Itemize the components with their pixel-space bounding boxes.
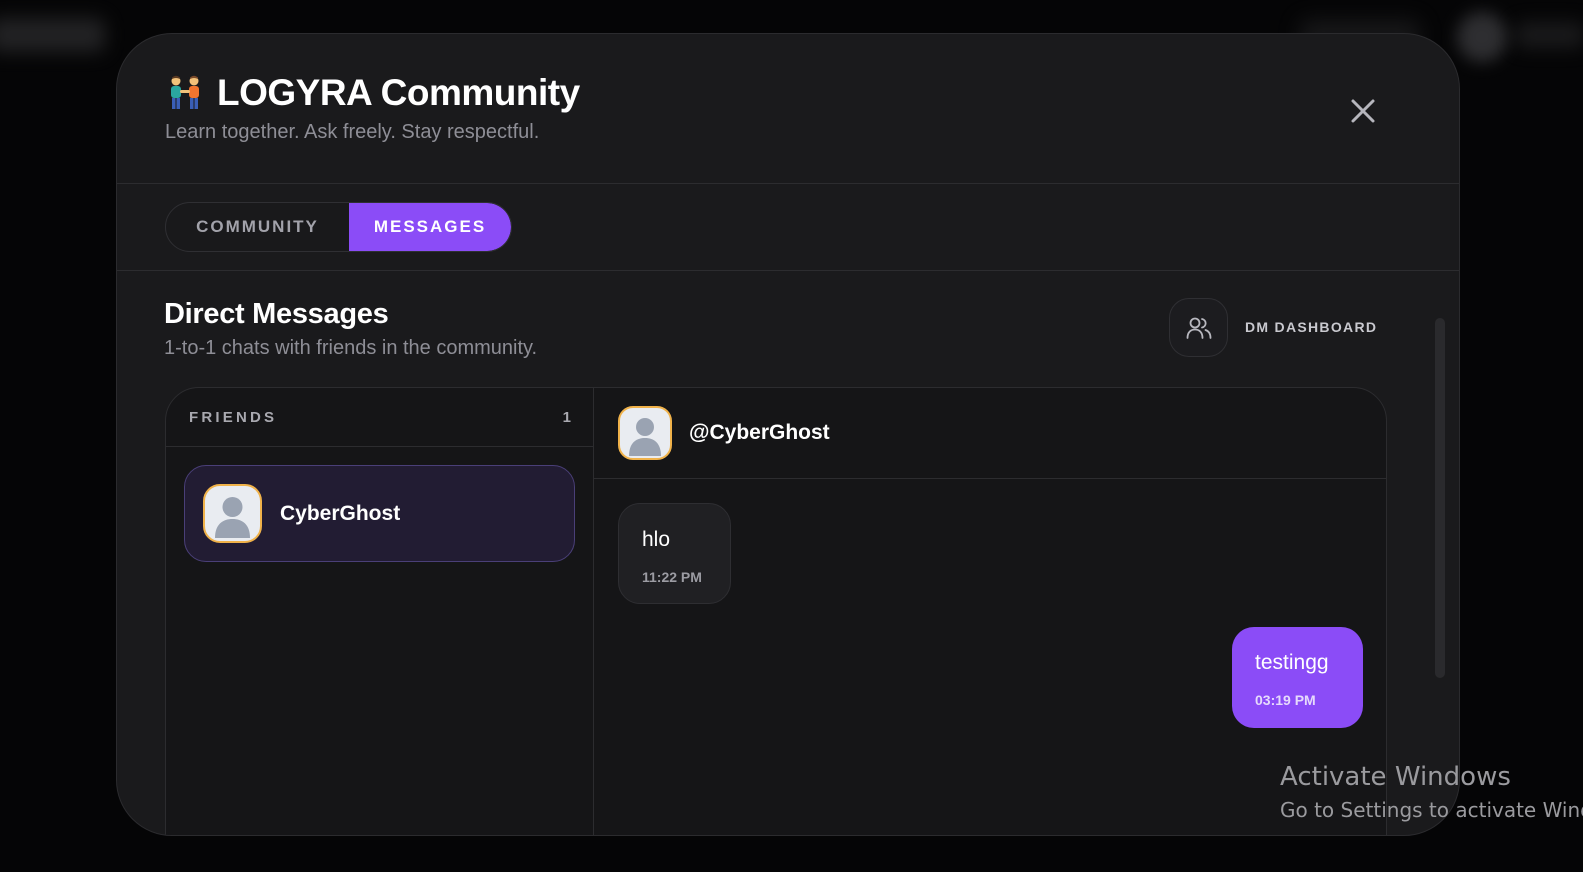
message-bubble-incoming: hlo 11:22 PM: [618, 503, 731, 604]
message-time: 03:19 PM: [1255, 692, 1316, 708]
section-subtitle: 1-to-1 chats with friends in the communi…: [164, 337, 538, 359]
modal-header: LOGYRA Community Learn together. Ask fre…: [117, 34, 1459, 184]
modal-title: LOGYRA Community: [217, 72, 580, 113]
watermark-subtitle: Go to Settings to activate Windows.: [1280, 798, 1583, 822]
message-text: testingg: [1255, 651, 1329, 674]
close-button[interactable]: [1343, 91, 1383, 131]
tabs-bar: COMMUNITY MESSAGES: [117, 184, 1459, 271]
watermark-title: Activate Windows: [1280, 762, 1511, 792]
chat-handle: @CyberGhost: [689, 421, 830, 444]
user-placeholder-icon: [215, 497, 250, 538]
chat-header: @CyberGhost: [594, 388, 1386, 479]
section-title: Direct Messages: [164, 298, 389, 330]
title-row: LOGYRA Community: [165, 72, 580, 114]
user-placeholder-icon: [629, 418, 661, 456]
scrollbar[interactable]: [1435, 318, 1445, 678]
modal-subtitle: Learn together. Ask freely. Stay respect…: [165, 121, 540, 143]
background-blurred-logo: [0, 18, 105, 52]
friends-column: FRIENDS 1 CyberGhost: [166, 388, 594, 835]
friend-name: CyberGhost: [280, 502, 401, 525]
dm-dashboard-label[interactable]: DM DASHBOARD: [1245, 319, 1377, 335]
chat-column: @CyberGhost hlo 11:22 PM testingg 03:19 …: [594, 388, 1386, 835]
friends-header: FRIENDS 1: [166, 388, 593, 447]
people-holding-hands-icon: [171, 75, 199, 109]
friend-item[interactable]: CyberGhost: [184, 465, 575, 562]
dm-panel: FRIENDS 1 CyberGhost @CyberGhost hlo 11:…: [165, 387, 1387, 835]
friends-label: FRIENDS: [189, 409, 278, 426]
tab-community[interactable]: COMMUNITY: [166, 203, 349, 251]
close-icon: [1351, 99, 1375, 123]
tab-switcher: COMMUNITY MESSAGES: [165, 202, 512, 252]
dm-dashboard-button[interactable]: [1169, 298, 1228, 357]
message-text: hlo: [642, 528, 671, 551]
message-time: 11:22 PM: [642, 569, 702, 585]
avatar: [618, 406, 672, 460]
tab-messages[interactable]: MESSAGES: [349, 203, 511, 251]
activate-windows-watermark: Activate Windows Go to Settings to activ…: [1280, 762, 1583, 822]
friends-count: 1: [562, 409, 571, 426]
avatar: [203, 484, 262, 543]
background-blurred-avatar: [1457, 12, 1507, 62]
message-bubble-outgoing: testingg 03:19 PM: [1232, 627, 1363, 728]
users-icon: [1186, 317, 1211, 339]
background-blurred-username: [1515, 22, 1583, 48]
community-modal: LOGYRA Community Learn together. Ask fre…: [116, 33, 1460, 836]
